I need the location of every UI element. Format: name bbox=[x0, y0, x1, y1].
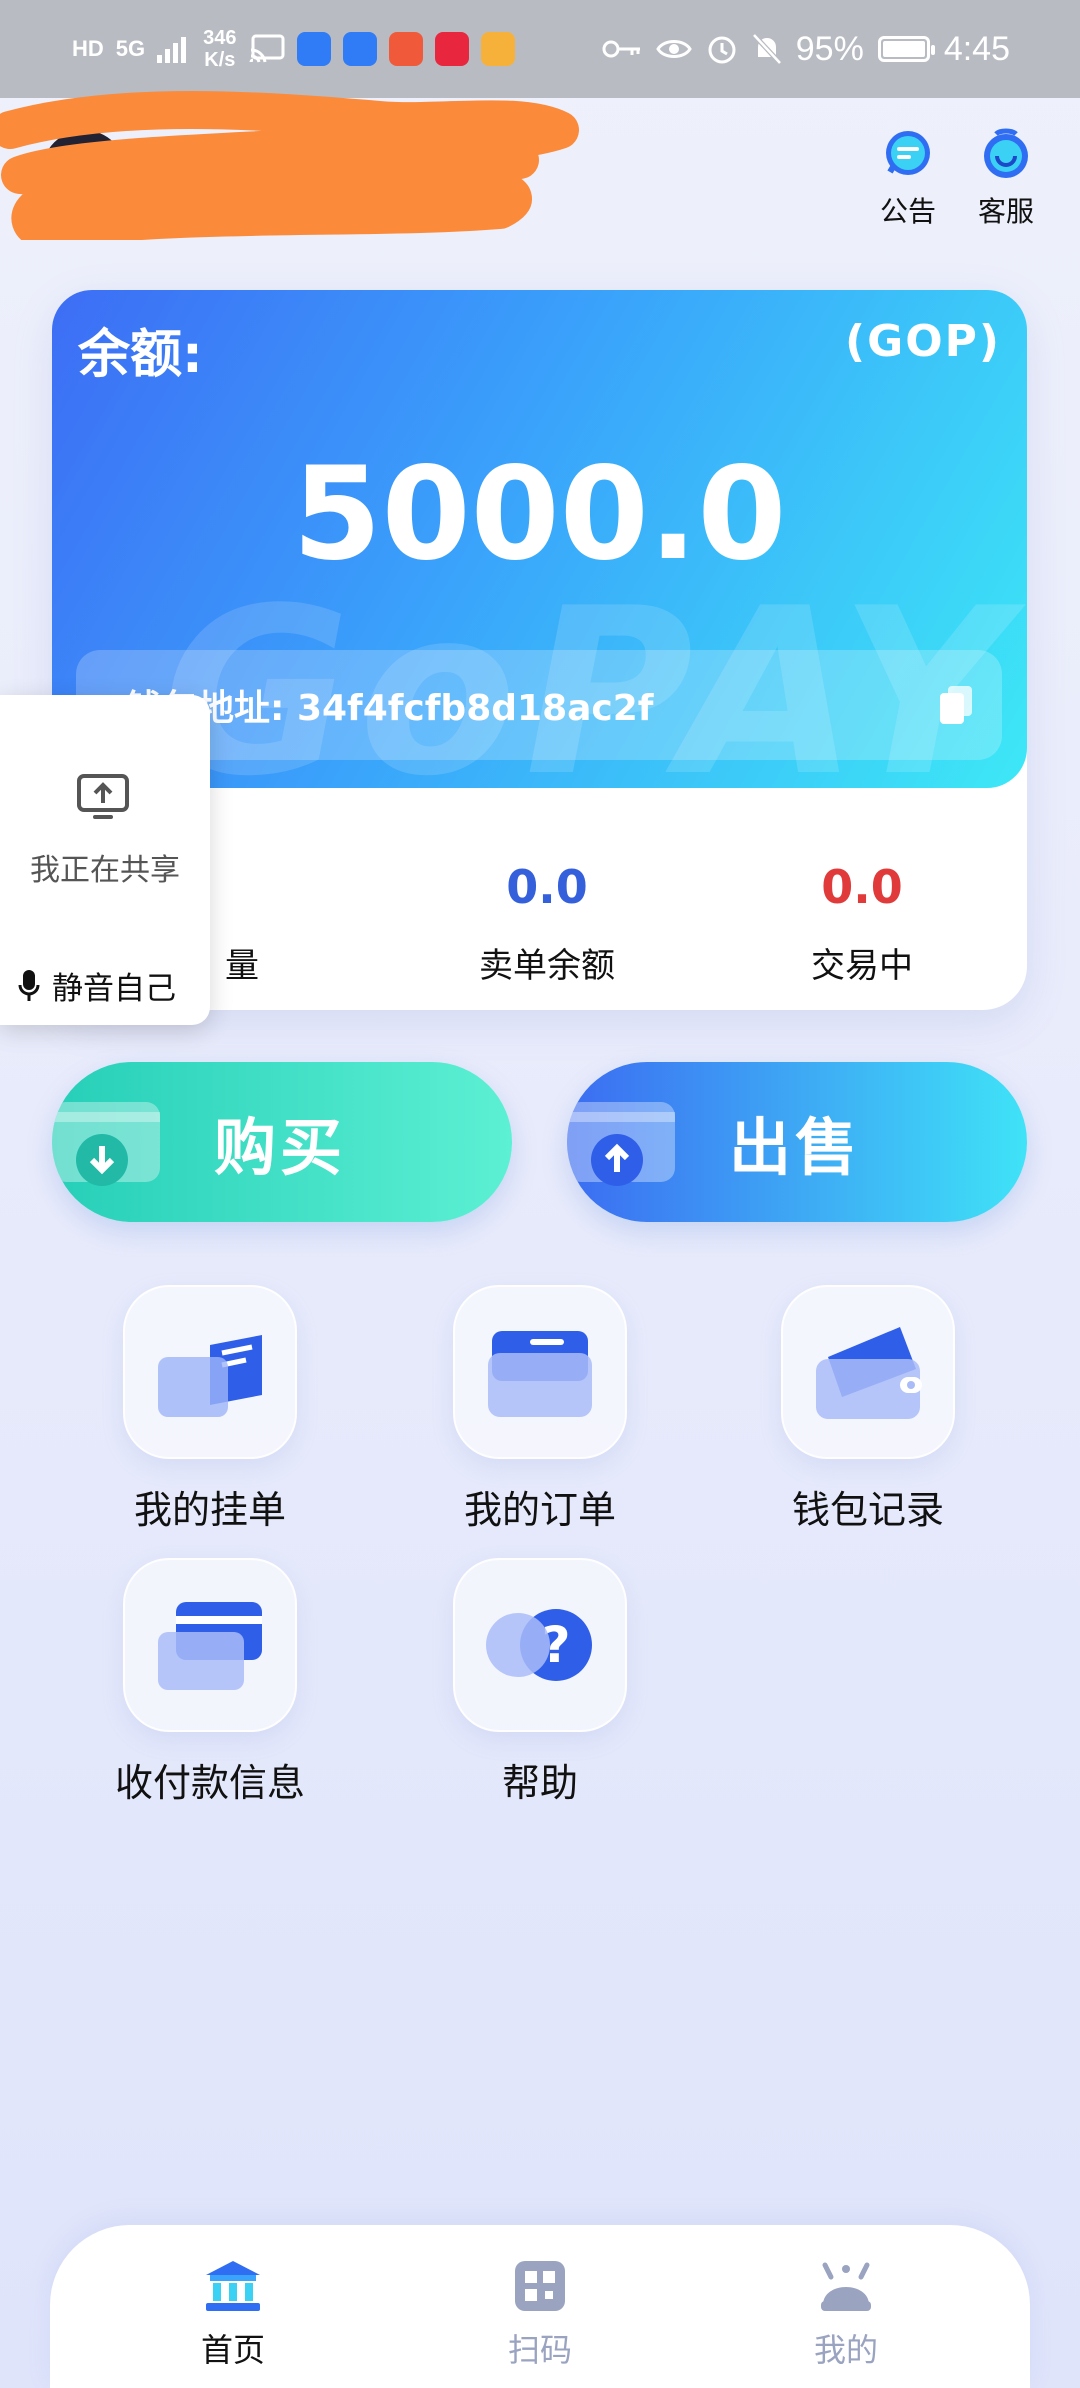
menu-my-orders[interactable]: 我的订单 bbox=[425, 1285, 655, 1534]
menu-label: 我的挂单 bbox=[133, 1488, 286, 1532]
my-listings-icon bbox=[158, 1335, 262, 1417]
mute-self-label: 静音自己 bbox=[52, 971, 176, 1007]
hd-indicator: HD bbox=[72, 36, 104, 61]
wallet-records-icon bbox=[816, 1327, 922, 1419]
shop-app-icon bbox=[434, 32, 469, 66]
network-speed: 346 K/s bbox=[203, 27, 237, 71]
weibo-icon bbox=[480, 32, 515, 66]
battery-icon bbox=[877, 36, 935, 62]
status-right: 95% 4:45 bbox=[602, 30, 1010, 69]
microphone-icon bbox=[18, 969, 40, 1001]
key-icon bbox=[602, 40, 640, 58]
balance-amount: 5000.0 bbox=[292, 440, 787, 589]
sell-button[interactable]: 出售 bbox=[567, 1062, 1027, 1222]
wallet-address: 钱包地址: 34f4fcfb8d18ac2f bbox=[126, 679, 938, 731]
stat-value: 0.0 bbox=[506, 860, 588, 914]
menu-icon-box bbox=[453, 1285, 627, 1459]
announcement-button[interactable]: 公告 bbox=[874, 128, 942, 230]
screen-share-icon bbox=[77, 774, 129, 819]
payment-info-icon bbox=[158, 1602, 262, 1690]
my-orders-icon bbox=[488, 1331, 592, 1417]
profile-icon bbox=[821, 2262, 871, 2311]
nav-home[interactable]: 首页 bbox=[143, 2259, 323, 2371]
bottom-nav: 首页 扫码 我的 bbox=[50, 2225, 1030, 2388]
buy-label: 购买 bbox=[214, 1111, 347, 1184]
sell-upload-icon bbox=[567, 1102, 675, 1186]
announcement-label: 公告 bbox=[879, 195, 936, 228]
menu-icon-box bbox=[123, 1558, 297, 1732]
stat-label: 交易中 bbox=[811, 946, 913, 986]
sell-label: 出售 bbox=[729, 1111, 862, 1184]
status-left: HD 5G 346 K/s bbox=[72, 27, 515, 71]
cast-icon bbox=[249, 34, 285, 63]
menu-label: 帮助 bbox=[501, 1761, 578, 1805]
stat-in-trade: 0.0 交易中 bbox=[712, 860, 1012, 987]
copy-icon[interactable] bbox=[938, 684, 974, 726]
wallet-address-value: 34f4fcfb8d18ac2f bbox=[296, 688, 654, 729]
buy-download-icon bbox=[52, 1102, 160, 1186]
mute-self-button[interactable]: 静音自己 bbox=[18, 963, 176, 1008]
buy-button[interactable]: 购买 bbox=[52, 1062, 512, 1222]
nav-label: 我的 bbox=[813, 2331, 878, 2369]
alarm-icon bbox=[708, 36, 736, 64]
screen-share-status: 我正在共享 bbox=[30, 853, 180, 888]
clock: 4:45 bbox=[943, 29, 1010, 68]
wallet-address-bar: 钱包地址: 34f4fcfb8d18ac2f bbox=[76, 650, 1002, 760]
currency-unit: (GOP) bbox=[845, 316, 1001, 367]
customer-service-label: 客服 bbox=[977, 195, 1034, 228]
nav-scan[interactable]: 扫码 bbox=[450, 2259, 630, 2371]
redaction-scribble bbox=[0, 91, 579, 240]
customer-service-icon bbox=[984, 128, 1028, 178]
app-notification-icon bbox=[342, 32, 377, 66]
signal-bars-icon bbox=[157, 37, 187, 63]
status-bar: HD 5G 346 K/s 95% 4:45 bbox=[0, 0, 1080, 98]
nav-label: 首页 bbox=[200, 2331, 265, 2369]
nav-label: 扫码 bbox=[507, 2331, 572, 2369]
stat-label: 卖单余额 bbox=[479, 946, 615, 986]
signal-indicator: 5G bbox=[115, 36, 146, 61]
menu-icon-box bbox=[781, 1285, 955, 1459]
menu-label: 我的订单 bbox=[463, 1488, 616, 1532]
announcement-chat-icon bbox=[886, 131, 930, 175]
menu-payment-info[interactable]: 收付款信息 bbox=[95, 1558, 325, 1807]
mute-bell-icon bbox=[751, 33, 782, 65]
help-icon: ? bbox=[486, 1609, 592, 1681]
menu-help[interactable]: ? 帮助 bbox=[425, 1558, 655, 1807]
menu-icon-box bbox=[123, 1285, 297, 1459]
menu-my-listings[interactable]: 我的挂单 bbox=[95, 1285, 325, 1534]
balance-label: 余额: bbox=[78, 325, 203, 385]
shop-app-icon bbox=[388, 32, 423, 66]
screen-share-panel[interactable]: 我正在共享 静音自己 bbox=[0, 695, 210, 1025]
menu-label: 收付款信息 bbox=[114, 1761, 305, 1805]
header-actions: 公告 客服 bbox=[874, 128, 1040, 230]
app-notification-icon bbox=[296, 32, 331, 66]
home-bank-icon bbox=[206, 2261, 260, 2311]
battery-percent: 95% bbox=[795, 29, 864, 68]
menu-wallet-records[interactable]: 钱包记录 bbox=[753, 1285, 983, 1534]
customer-service-button[interactable]: 客服 bbox=[972, 128, 1040, 230]
scan-qr-icon bbox=[515, 2261, 565, 2311]
stat-sell-balance: 0.0 卖单余额 bbox=[397, 860, 697, 987]
menu-label: 钱包记录 bbox=[791, 1488, 944, 1532]
nav-mine[interactable]: 我的 bbox=[756, 2259, 936, 2371]
menu-icon-box: ? bbox=[453, 1558, 627, 1732]
stat-value: 0.0 bbox=[821, 860, 903, 914]
eye-icon bbox=[655, 40, 692, 58]
